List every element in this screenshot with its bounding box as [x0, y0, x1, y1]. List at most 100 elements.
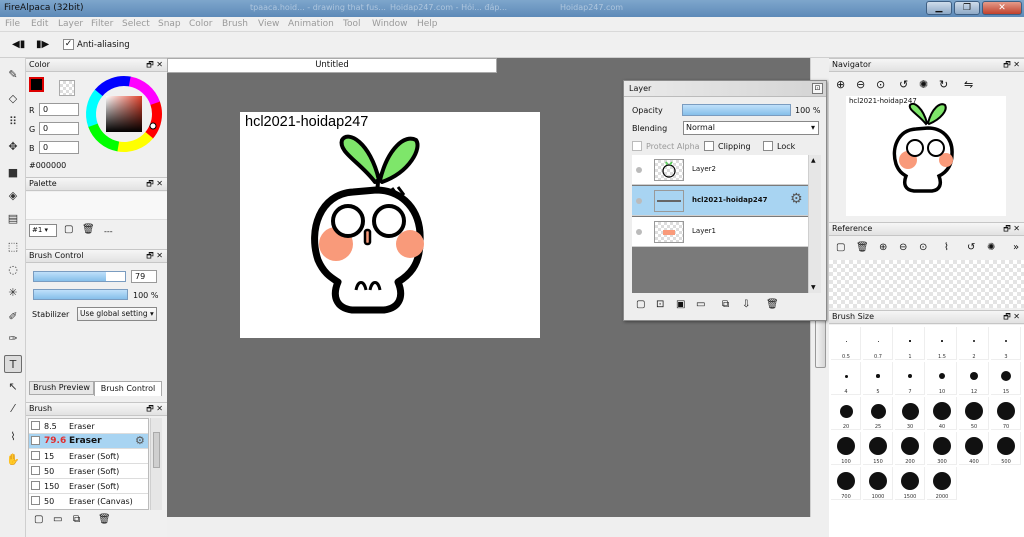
magic-wand-icon[interactable]: ✳: [4, 284, 22, 302]
clipping-checkbox[interactable]: [704, 141, 714, 151]
layer-list-scrollbar[interactable]: ▲ ▼: [808, 155, 821, 293]
menu-filter[interactable]: Filter: [91, 19, 113, 29]
tab-brush-control[interactable]: Brush Control: [94, 381, 162, 396]
eyedropper-icon[interactable]: ⌇: [944, 242, 949, 253]
eyedropper-tool-icon[interactable]: ⌇: [4, 428, 22, 446]
rotate-left-icon[interactable]: ↺: [899, 78, 908, 91]
brush-size-cell[interactable]: 400: [959, 432, 989, 465]
new-folder-icon[interactable]: ▭: [696, 299, 705, 310]
select-tool-icon[interactable]: ⬚: [4, 238, 22, 256]
primary-color-swatch[interactable]: [29, 77, 44, 92]
brush-tool-icon[interactable]: ✎: [4, 66, 22, 84]
g-input[interactable]: 0: [39, 122, 79, 135]
tab-brush-preview[interactable]: Brush Preview: [29, 381, 94, 395]
menu-brush[interactable]: Brush: [222, 19, 248, 29]
lasso-tool-icon[interactable]: ◌: [4, 261, 22, 279]
zoom-fit-icon[interactable]: ⊙: [919, 242, 927, 253]
document-tab[interactable]: Untitled: [167, 58, 497, 73]
reset-rotation-icon[interactable]: ✺: [987, 242, 995, 253]
layer-window-close-icon[interactable]: ⊡: [812, 83, 823, 94]
panel-float-icon[interactable]: 🗗 ✕: [1003, 59, 1020, 71]
layer-row[interactable]: Layer2: [632, 155, 808, 185]
brush-size-cell[interactable]: 40: [927, 397, 957, 430]
brush-list-item[interactable]: 15 Eraser (Soft): [29, 449, 148, 464]
brush-list-scrollbar[interactable]: [150, 418, 162, 510]
brush-size-cell[interactable]: 1500: [895, 467, 925, 500]
layer-row-selected[interactable]: hcl2021-hoidap247 ⚙: [632, 186, 808, 216]
delete-palette-icon[interactable]: 🗑: [82, 224, 95, 235]
navigator-preview[interactable]: hcl2021-hoidap247: [846, 96, 1006, 216]
brush-size-cell[interactable]: 4: [831, 362, 861, 395]
next-frame-icon[interactable]: ▮▶: [36, 39, 49, 50]
brush-size-cell[interactable]: 7: [895, 362, 925, 395]
brush-size-input[interactable]: 79: [131, 270, 157, 283]
panel-float-icon[interactable]: 🗗 ✕: [1003, 311, 1020, 323]
brush-size-cell[interactable]: 1000: [863, 467, 893, 500]
reference-canvas[interactable]: [829, 260, 1024, 308]
b-input[interactable]: 0: [39, 141, 79, 154]
brush-list-item[interactable]: 150 Eraser (Soft): [29, 479, 148, 494]
brush-size-cell[interactable]: 15: [991, 362, 1021, 395]
flip-horizontal-icon[interactable]: ⇋: [964, 78, 973, 91]
panel-float-icon[interactable]: 🗗 ✕: [1003, 223, 1020, 235]
select-pen-icon[interactable]: ✐: [4, 308, 22, 326]
open-folder-icon[interactable]: ▭: [53, 514, 62, 525]
zoom-out-icon[interactable]: ⊖: [856, 78, 865, 91]
visibility-icon[interactable]: [636, 198, 642, 204]
zoom-fit-icon[interactable]: ⊙: [876, 78, 885, 91]
menu-file[interactable]: File: [5, 19, 20, 29]
brush-size-slider[interactable]: [33, 271, 126, 282]
palette-swatches-area[interactable]: [26, 192, 167, 220]
antialias-checkbox[interactable]: ✓: [63, 39, 74, 50]
brush-item-checkbox[interactable]: [31, 421, 40, 430]
brush-size-cell[interactable]: 200: [895, 432, 925, 465]
brush-size-cell[interactable]: 25: [863, 397, 893, 430]
delete-reference-icon[interactable]: 🗑: [856, 242, 869, 253]
stabilizer-dropdown[interactable]: Use global setting ▾: [77, 307, 157, 321]
brush-item-checkbox[interactable]: [31, 436, 40, 445]
brush-opacity-slider[interactable]: [33, 289, 128, 300]
bucket-tool-icon[interactable]: ◈: [4, 187, 22, 205]
select-eraser-icon[interactable]: ✑: [4, 330, 22, 348]
gear-icon[interactable]: ⚙: [135, 434, 145, 447]
eraser-tool-icon[interactable]: ◇: [4, 90, 22, 108]
reset-rotation-icon[interactable]: ✺: [919, 78, 928, 91]
menu-color[interactable]: Color: [189, 19, 213, 29]
brush-size-cell[interactable]: 300: [927, 432, 957, 465]
rotate-right-icon[interactable]: ↻: [939, 78, 948, 91]
menu-window[interactable]: Window: [372, 19, 408, 29]
gear-icon[interactable]: ⚙: [790, 191, 803, 207]
menu-tool[interactable]: Tool: [343, 19, 360, 29]
zoom-out-icon[interactable]: ⊖: [899, 242, 907, 253]
brush-size-cell[interactable]: 20: [831, 397, 861, 430]
text-tool-icon[interactable]: T: [4, 355, 22, 373]
menu-view[interactable]: View: [258, 19, 279, 29]
brush-item-checkbox[interactable]: [31, 481, 40, 490]
duplicate-brush-icon[interactable]: ⧉: [73, 514, 80, 525]
panel-float-icon[interactable]: 🗗 ✕: [146, 59, 163, 71]
brush-list-item[interactable]: 8.5 Eraser: [29, 419, 148, 434]
menu-snap[interactable]: Snap: [158, 19, 181, 29]
new-1bit-layer-icon[interactable]: ▣: [676, 299, 685, 310]
color-wheel[interactable]: [84, 74, 164, 154]
previous-frame-icon[interactable]: ◀▮: [12, 39, 25, 50]
operation-tool-icon[interactable]: ↖: [4, 378, 22, 396]
protect-alpha-checkbox[interactable]: [632, 141, 642, 151]
new-layer-icon[interactable]: ▢: [636, 299, 645, 310]
new-brush-icon[interactable]: ▢: [34, 514, 43, 525]
panel-float-icon[interactable]: 🗗 ✕: [146, 403, 163, 415]
brush-item-checkbox[interactable]: [31, 451, 40, 460]
zoom-in-icon[interactable]: ⊕: [836, 78, 845, 91]
brush-size-cell[interactable]: 50: [959, 397, 989, 430]
delete-layer-icon[interactable]: 🗑: [766, 299, 779, 310]
brush-size-cell[interactable]: 70: [991, 397, 1021, 430]
layer-window-titlebar[interactable]: Layer ⊡: [624, 81, 826, 97]
visibility-icon[interactable]: [636, 229, 642, 235]
gradient-tool-icon[interactable]: ▤: [4, 210, 22, 228]
menu-edit[interactable]: Edit: [31, 19, 48, 29]
brush-size-cell[interactable]: 12: [959, 362, 989, 395]
panel-float-icon[interactable]: 🗗 ✕: [146, 250, 163, 262]
rotate-left-icon[interactable]: ↺: [967, 242, 975, 253]
visibility-icon[interactable]: [636, 167, 642, 173]
brush-size-cell[interactable]: 5: [863, 362, 893, 395]
